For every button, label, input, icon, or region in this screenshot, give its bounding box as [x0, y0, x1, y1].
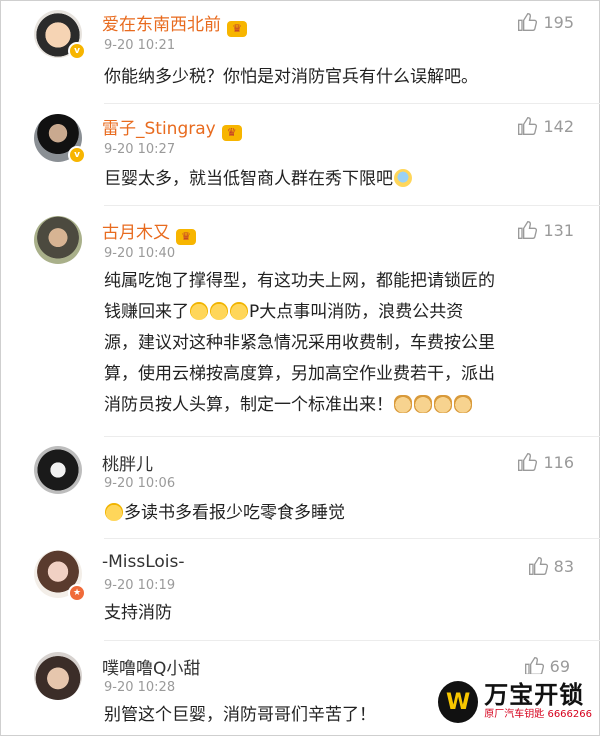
- comment-time: 9-20 10:19: [104, 578, 176, 593]
- divider: [104, 640, 600, 641]
- divider: [104, 538, 600, 539]
- doge-emoji-icon: [454, 395, 472, 413]
- comment-time: 9-20 10:40: [104, 246, 176, 261]
- divider: [104, 103, 600, 104]
- like-count: 195: [543, 12, 574, 32]
- username[interactable]: -MissLois-: [102, 552, 185, 572]
- thumbs-up-icon: [518, 12, 538, 31]
- brand-watermark: W 万宝开锁 原厂汽车钥匙 6666266: [436, 674, 592, 730]
- thumbs-up-icon: [528, 556, 548, 575]
- doge-emoji-icon: [394, 395, 412, 413]
- like-button[interactable]: 116: [517, 452, 574, 472]
- like-button[interactable]: 142: [517, 116, 574, 136]
- watermark-text: 万宝开锁 原厂汽车钥匙 6666266: [484, 682, 592, 722]
- thumbs-up-icon: [524, 656, 544, 675]
- vip-crown-icon: ♛: [227, 21, 247, 37]
- bored-emoji-icon: [394, 169, 412, 187]
- avatar[interactable]: [34, 652, 82, 700]
- comment-text: 巨婴太多，就当低智商人群在秀下限吧: [104, 164, 574, 195]
- username[interactable]: 古月木又 ♛: [102, 218, 196, 245]
- avatar[interactable]: [34, 446, 82, 494]
- verified-badge-icon: v: [68, 146, 86, 164]
- divider: [104, 205, 600, 206]
- like-count: 83: [553, 556, 574, 576]
- comment-time: 9-20 10:28: [104, 680, 176, 695]
- like-count: 131: [543, 220, 574, 240]
- username[interactable]: 爱在东南西北前 ♛: [102, 10, 247, 37]
- like-button[interactable]: 195: [517, 12, 574, 32]
- comment-time: 9-20 10:21: [104, 38, 176, 53]
- like-count: 116: [543, 452, 574, 472]
- like-button[interactable]: 131: [517, 220, 574, 240]
- comment-time: 9-20 10:06: [104, 476, 176, 491]
- watermark-subtitle: 原厂汽车钥匙 6666266: [484, 709, 592, 720]
- star-badge-icon: ★: [68, 584, 86, 602]
- divider: [104, 436, 600, 437]
- thumbs-up-icon: [518, 116, 538, 135]
- coin-emoji-icon: [210, 302, 228, 320]
- vip-crown-icon: ♛: [176, 229, 196, 245]
- like-count: 142: [543, 116, 574, 136]
- comment-text: 支持消防: [104, 603, 172, 623]
- comment-text: 多读书多看报少吃零食多睡觉: [104, 498, 574, 529]
- coin-emoji-icon: [190, 302, 208, 320]
- like-button[interactable]: 83: [528, 556, 574, 576]
- smile-emoji-icon: [105, 503, 123, 521]
- doge-emoji-icon: [414, 395, 432, 413]
- avatar[interactable]: [34, 216, 82, 264]
- vip-crown-icon: ♛: [221, 125, 242, 141]
- username[interactable]: 噗噜噜Q小甜: [102, 654, 200, 679]
- username[interactable]: 雷子_Stingray ♛: [102, 114, 242, 141]
- doge-emoji-icon: [434, 395, 452, 413]
- verified-badge-icon: v: [68, 42, 86, 60]
- coin-emoji-icon: [230, 302, 248, 320]
- comment-text: 纯属吃饱了撑得型，有这功夫上网，都能把请锁匠的 钱赚回来了 P大点事叫消防，浪费公…: [104, 271, 495, 415]
- thumbs-up-icon: [518, 452, 538, 471]
- like-count: 69: [549, 656, 570, 676]
- thumbs-up-icon: [518, 220, 538, 239]
- watermark-title: 万宝开锁: [484, 681, 585, 709]
- comment-text: 你能纳多少税？你怕是对消防官兵有什么误解吧。: [104, 67, 478, 87]
- like-button[interactable]: 69: [524, 656, 570, 676]
- comment-time: 9-20 10:27: [104, 142, 176, 157]
- brand-logo-icon: W: [438, 681, 479, 723]
- username[interactable]: 桃胖儿: [102, 450, 153, 475]
